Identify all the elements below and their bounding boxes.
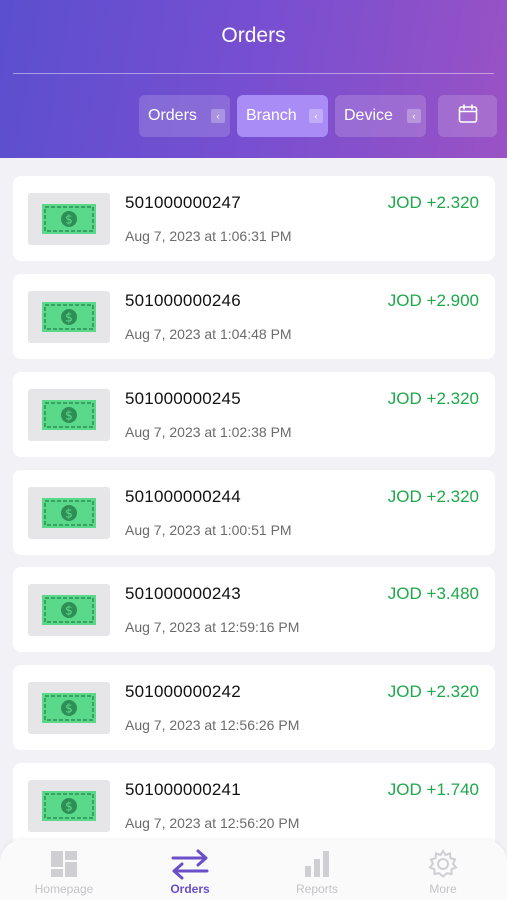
svg-text:$: $ [65,311,73,325]
filter-device-label: Device [344,107,393,124]
reports-bar-icon [302,848,332,880]
filter-branch[interactable]: Branch ‹ [237,95,328,137]
header: Orders Orders ‹ Branch ‹ Device ‹ [0,0,507,158]
cash-icon: $ [28,291,110,343]
order-amount: JOD +2.900 [387,291,479,310]
cash-icon: $ [28,682,110,734]
svg-text:$: $ [65,800,73,814]
header-divider [13,73,494,74]
tab-orders-label: Orders [170,882,210,896]
order-date: Aug 7, 2023 at 12:56:26 PM [125,717,300,733]
order-card[interactable]: $ 501000000247 Aug 7, 2023 at 1:06:31 PM… [13,176,495,261]
tab-bar: Homepage Orders Reports More [0,840,507,900]
tab-homepage-label: Homepage [34,882,94,896]
tab-reports-label: Reports [295,882,339,896]
tab-orders[interactable]: Orders [127,840,253,900]
cash-icon: $ [28,780,110,832]
orders-arrows-icon [170,848,210,880]
order-card[interactable]: $ 501000000243 Aug 7, 2023 at 12:59:16 P… [13,567,495,652]
order-date: Aug 7, 2023 at 12:59:16 PM [125,619,300,635]
order-amount: JOD +3.480 [387,584,479,603]
calendar-button[interactable] [438,95,497,137]
tab-more-label: More [429,882,457,896]
order-amount: JOD +2.320 [387,682,479,701]
svg-text:$: $ [65,507,73,521]
order-card[interactable]: $ 501000000245 Aug 7, 2023 at 1:02:38 PM… [13,372,495,457]
order-amount: JOD +2.320 [387,487,479,506]
order-amount: JOD +2.320 [387,193,479,212]
chevron-left-icon: ‹ [309,109,323,123]
order-card[interactable]: $ 501000000244 Aug 7, 2023 at 1:00:51 PM… [13,470,495,555]
order-date: Aug 7, 2023 at 1:02:38 PM [125,424,292,440]
tab-more[interactable]: More [380,840,506,900]
filter-device[interactable]: Device ‹ [335,95,426,137]
cash-icon: $ [28,487,110,539]
order-id: 501000000243 [125,584,241,603]
order-card[interactable]: $ 501000000242 Aug 7, 2023 at 12:56:26 P… [13,665,495,750]
order-id: 501000000247 [125,193,241,212]
order-card[interactable]: $ 501000000246 Aug 7, 2023 at 1:04:48 PM… [13,274,495,359]
svg-text:$: $ [65,213,73,227]
filter-orders[interactable]: Orders ‹ [139,95,230,137]
order-date: Aug 7, 2023 at 1:00:51 PM [125,522,292,538]
order-date: Aug 7, 2023 at 12:56:20 PM [125,815,300,831]
order-id: 501000000241 [125,780,241,799]
gear-icon [427,848,459,880]
chevron-left-icon: ‹ [407,109,421,123]
order-amount: JOD +2.320 [387,389,479,408]
svg-text:$: $ [65,702,73,716]
order-date: Aug 7, 2023 at 1:06:31 PM [125,228,292,244]
order-card[interactable]: $ 501000000241 Aug 7, 2023 at 12:56:20 P… [13,763,495,848]
calendar-icon [457,103,479,130]
svg-text:$: $ [65,409,73,423]
tab-reports[interactable]: Reports [254,840,380,900]
order-id: 501000000245 [125,389,241,408]
tab-homepage[interactable]: Homepage [1,840,127,900]
order-amount: JOD +1.740 [387,780,479,799]
cash-icon: $ [28,193,110,245]
homepage-icon [49,848,79,880]
order-id: 501000000242 [125,682,241,701]
order-date: Aug 7, 2023 at 1:04:48 PM [125,326,292,342]
order-id: 501000000246 [125,291,241,310]
chevron-left-icon: ‹ [211,109,225,123]
filter-branch-label: Branch [246,107,297,124]
cash-icon: $ [28,389,110,441]
cash-icon: $ [28,584,110,636]
filter-orders-label: Orders [148,107,197,124]
order-id: 501000000244 [125,487,241,506]
svg-text:$: $ [65,604,73,618]
page-title: Orders [221,24,286,47]
